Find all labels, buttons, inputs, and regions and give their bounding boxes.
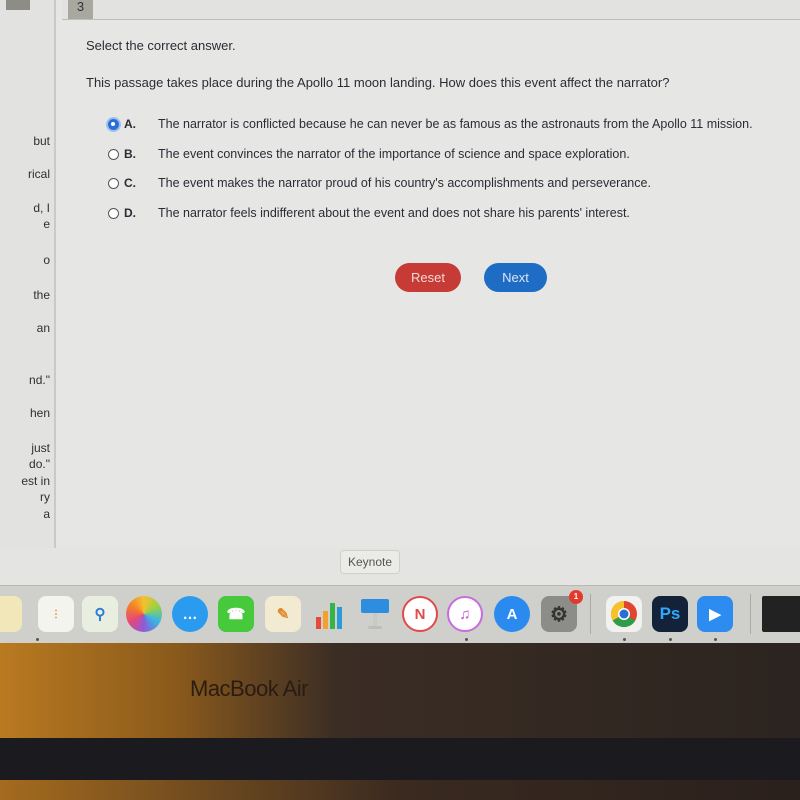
running-indicator: [623, 638, 626, 641]
bezel-brand-label: MacBook Air: [190, 676, 309, 701]
notes-icon[interactable]: [0, 596, 22, 632]
app-store-icon[interactable]: A: [494, 596, 530, 632]
passage-fragment: rical: [27, 167, 50, 181]
instruction-text: Select the correct answer.: [86, 38, 236, 53]
radio-icon[interactable]: [108, 207, 119, 219]
option-b[interactable]: B. The event convinces the narrator of t…: [108, 147, 753, 177]
laptop-bezel: [0, 643, 800, 738]
bar-chart-glyph: [316, 603, 342, 629]
passage-panel: but rical d, I e o the an nd." hen just …: [0, 0, 56, 548]
maps-icon[interactable]: ⚲: [82, 596, 118, 632]
option-letter: B.: [124, 146, 136, 161]
question-nav-bar: 3: [62, 0, 800, 20]
option-text: The event makes the narrator proud of hi…: [158, 176, 651, 190]
notification-badge: 1: [569, 590, 583, 604]
dock-separator: [590, 594, 591, 634]
radio-selected-icon[interactable]: [108, 119, 119, 130]
option-letter: D.: [124, 205, 136, 220]
minimized-window-thumbnail[interactable]: [762, 596, 800, 632]
facetime-icon[interactable]: ☎: [218, 596, 254, 632]
option-letter: C.: [124, 176, 136, 190]
passage-fragment: est in: [21, 474, 50, 488]
messages-icon[interactable]: …: [172, 596, 208, 632]
option-text: The event convinces the narrator of the …: [158, 146, 630, 161]
running-indicator: [36, 638, 39, 641]
running-indicator: [465, 638, 468, 641]
system-preferences-icon[interactable]: ⚙ 1: [541, 590, 583, 632]
answer-options: A. The narrator is conflicted because he…: [108, 117, 753, 235]
pages-icon[interactable]: ✎: [265, 596, 301, 632]
laptop-base: [0, 780, 800, 800]
laptop-hinge: [0, 738, 800, 780]
option-d[interactable]: D. The narrator feels indifferent about …: [108, 206, 753, 236]
news-icon[interactable]: N: [402, 596, 438, 632]
option-text: The narrator is conflicted because he ca…: [158, 117, 753, 131]
passage-fragment: o: [43, 253, 50, 267]
option-a[interactable]: A. The narrator is conflicted because he…: [108, 117, 753, 147]
passage-fragment: the: [33, 288, 50, 302]
itunes-icon[interactable]: ♫: [447, 596, 483, 632]
passage-fragment: nd.": [29, 373, 50, 387]
radio-icon[interactable]: [108, 148, 119, 160]
back-tab[interactable]: [6, 0, 30, 10]
question-text: This passage takes place during the Apol…: [86, 75, 670, 90]
keynote-icon[interactable]: [357, 596, 393, 632]
option-text: The narrator feels indifferent about the…: [158, 205, 630, 220]
dock-separator: [750, 594, 751, 634]
reminders-icon[interactable]: ⋮: [38, 596, 74, 632]
passage-fragment: do.": [29, 457, 50, 471]
passage-fragment: d, I: [33, 201, 50, 215]
chrome-glyph: [610, 600, 637, 628]
chrome-icon[interactable]: [606, 596, 642, 632]
question-panel: 3 Select the correct answer. This passag…: [56, 0, 800, 548]
passage-fragment: e: [43, 217, 50, 231]
screen: but rical d, I e o the an nd." hen just …: [0, 0, 800, 643]
passage-fragment: just: [31, 441, 50, 455]
dock-tooltip: Keynote: [340, 550, 401, 574]
zoom-icon[interactable]: ▶: [697, 596, 733, 632]
running-indicator: [714, 638, 717, 641]
numbers-icon[interactable]: [312, 596, 348, 632]
radio-icon[interactable]: [108, 178, 119, 189]
running-indicator: [669, 638, 672, 641]
photos-icon[interactable]: [126, 596, 162, 632]
next-button[interactable]: Next: [484, 263, 547, 292]
reset-button[interactable]: Reset: [395, 263, 461, 292]
option-c[interactable]: C. The event makes the narrator proud of…: [108, 176, 753, 206]
option-letter: A.: [124, 117, 136, 131]
photoshop-icon[interactable]: Ps: [652, 596, 688, 632]
podium-glyph: [361, 599, 389, 629]
passage-fragment: but: [33, 134, 50, 148]
dock: ⋮ ⚲ … ☎ ✎ N ♫ A ⚙ 1 Ps ▶: [0, 585, 800, 643]
passage-fragment: a: [43, 507, 50, 521]
passage-fragment: ry: [40, 490, 50, 504]
passage-fragment: hen: [29, 406, 50, 420]
question-number[interactable]: 3: [68, 0, 93, 19]
passage-fragment: an: [36, 321, 50, 335]
